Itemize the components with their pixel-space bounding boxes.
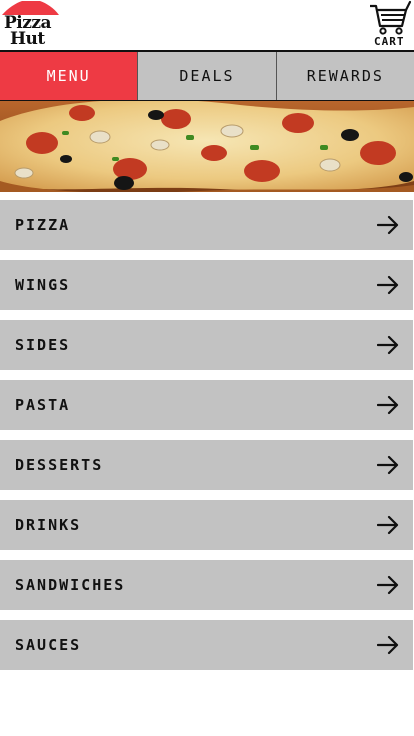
arrow-right-icon [377, 215, 399, 235]
menu-item-sauces[interactable]: SAUCES [0, 620, 413, 670]
menu-item-label: DESSERTS [15, 456, 104, 474]
menu-item-desserts[interactable]: DESSERTS [0, 440, 413, 490]
menu-category-list: PIZZA WINGS SIDES PASTA DESSERTS DRINKS … [0, 200, 414, 680]
arrow-right-icon [377, 515, 399, 535]
cart-icon [370, 0, 412, 35]
arrow-right-icon [377, 395, 399, 415]
menu-item-label: SAUCES [15, 636, 82, 654]
arrow-right-icon [377, 335, 399, 355]
menu-item-label: SIDES [15, 336, 71, 354]
tab-deals[interactable]: DEALS [138, 52, 277, 100]
tab-rewards[interactable]: REWARDS [276, 52, 414, 100]
menu-item-label: WINGS [15, 276, 71, 294]
menu-item-pizza[interactable]: PIZZA [0, 200, 413, 250]
menu-item-sandwiches[interactable]: SANDWICHES [0, 560, 413, 610]
tab-bar: MENU DEALS REWARDS [0, 50, 414, 101]
logo-line-2: Hut [10, 29, 45, 49]
cart-button[interactable]: CART [368, 0, 412, 50]
tab-menu[interactable]: MENU [0, 52, 139, 100]
menu-item-wings[interactable]: WINGS [0, 260, 413, 310]
menu-item-pasta[interactable]: PASTA [0, 380, 413, 430]
menu-item-label: PIZZA [15, 216, 71, 234]
menu-item-label: DRINKS [15, 516, 82, 534]
logo-wordmark: Pizza Hut [4, 15, 60, 49]
arrow-right-icon [377, 455, 399, 475]
arrow-right-icon [377, 275, 399, 295]
menu-item-sides[interactable]: SIDES [0, 320, 413, 370]
cart-label: CART [374, 35, 405, 48]
app-header: Pizza Hut CART [0, 0, 414, 50]
hero-pizza-image [0, 101, 414, 192]
menu-item-drinks[interactable]: DRINKS [0, 500, 413, 550]
menu-item-label: PASTA [15, 396, 71, 414]
menu-item-label: SANDWICHES [15, 576, 126, 594]
arrow-right-icon [377, 635, 399, 655]
arrow-right-icon [377, 575, 399, 595]
pizza-hut-logo[interactable]: Pizza Hut [0, 0, 62, 50]
